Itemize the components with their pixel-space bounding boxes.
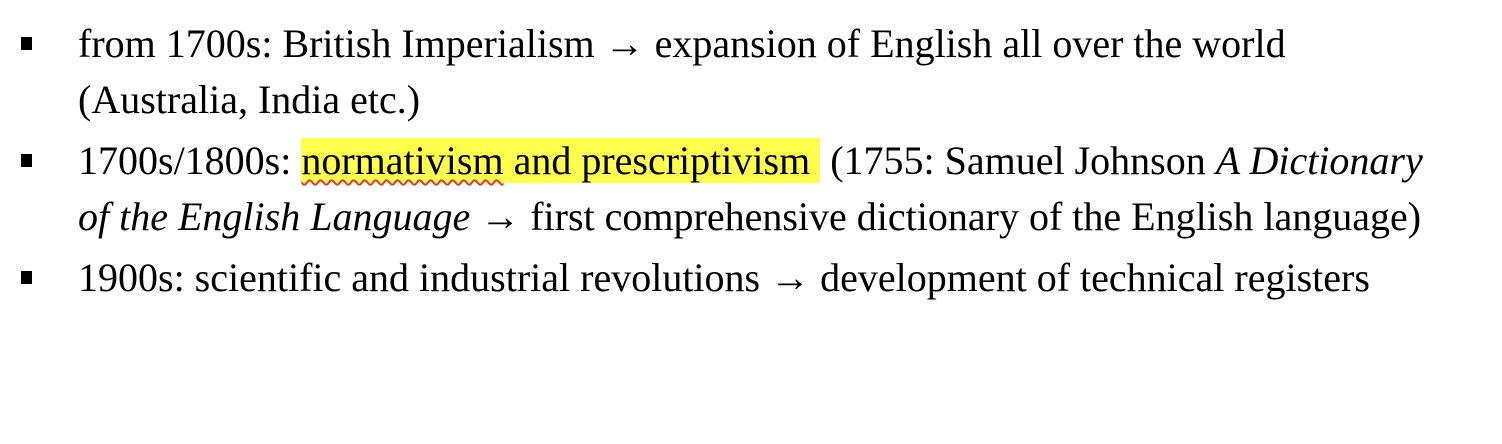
misspelled-word[interactable]: normativism xyxy=(301,138,503,183)
bullet-text[interactable]: 1900s: scientific and industrial revolut… xyxy=(78,250,1462,306)
bullet-text[interactable]: from 1700s: British Imperialism → expans… xyxy=(78,16,1462,128)
highlighted-text: normativism and prescriptivism xyxy=(301,138,821,183)
highlighted-rest: and prescriptivism xyxy=(503,138,811,183)
square-bullet-icon xyxy=(21,271,32,284)
bullet-tail: → first comprehensive dictionary of the … xyxy=(470,194,1422,239)
list-item: from 1700s: British Imperialism → expans… xyxy=(0,16,1502,128)
square-bullet-icon xyxy=(21,154,32,167)
bullet-text[interactable]: 1700s/1800s: normativism and prescriptiv… xyxy=(78,133,1462,245)
bullet-prefix: 1700s/1800s: xyxy=(78,138,302,183)
bullet-after: (1755: Samuel Johnson xyxy=(820,138,1216,183)
list-item: 1700s/1800s: normativism and prescriptiv… xyxy=(0,133,1502,245)
square-bullet-icon xyxy=(21,37,32,50)
document-page: from 1700s: British Imperialism → expans… xyxy=(0,0,1502,444)
list-item: 1900s: scientific and industrial revolut… xyxy=(0,250,1502,306)
bullet-list: from 1700s: British Imperialism → expans… xyxy=(0,16,1502,311)
